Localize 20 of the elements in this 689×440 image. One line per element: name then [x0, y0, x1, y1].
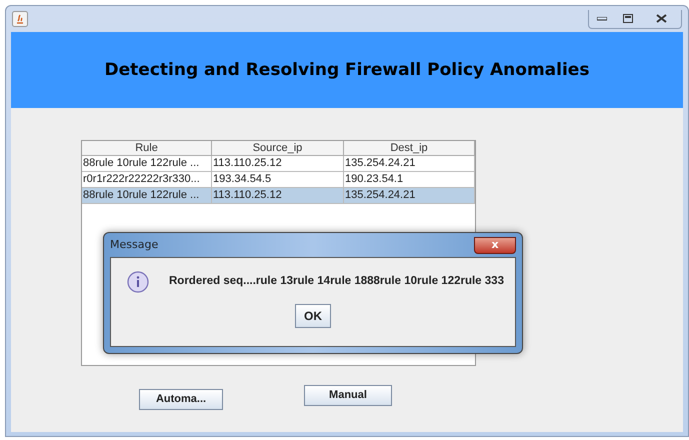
close-icon[interactable]: [656, 14, 666, 23]
table-cell[interactable]: 113.110.25.12: [212, 156, 344, 172]
info-icon: [127, 271, 149, 293]
dialog-title: Message: [110, 236, 158, 253]
table-cell[interactable]: 135.254.24.21: [344, 156, 475, 172]
column-header[interactable]: Source_ip: [212, 141, 344, 156]
java-icon: [12, 11, 28, 27]
action-button[interactable]: Manual: [304, 385, 392, 406]
table-cell[interactable]: 113.110.25.12: [212, 188, 344, 204]
message-text: Rordered seq....rule 13rule 14rule 1888rule 10rule 122rule 333: [169, 274, 504, 290]
ok-button[interactable]: OK: [295, 304, 331, 328]
table-cell[interactable]: 88rule 10rule 122rule ...: [82, 156, 212, 172]
minimize-icon[interactable]: [597, 16, 607, 20]
action-button[interactable]: Automa...: [139, 389, 223, 410]
table-cell[interactable]: 135.254.24.21: [344, 188, 475, 204]
maximize-icon[interactable]: [623, 14, 633, 23]
column-header[interactable]: Dest_ip: [344, 141, 475, 156]
column-header[interactable]: Rule: [82, 141, 212, 156]
table-cell[interactable]: 88rule 10rule 122rule ...: [82, 188, 212, 204]
app-title: Detecting and Resolving Firewall Policy Anomalies: [104, 60, 590, 80]
